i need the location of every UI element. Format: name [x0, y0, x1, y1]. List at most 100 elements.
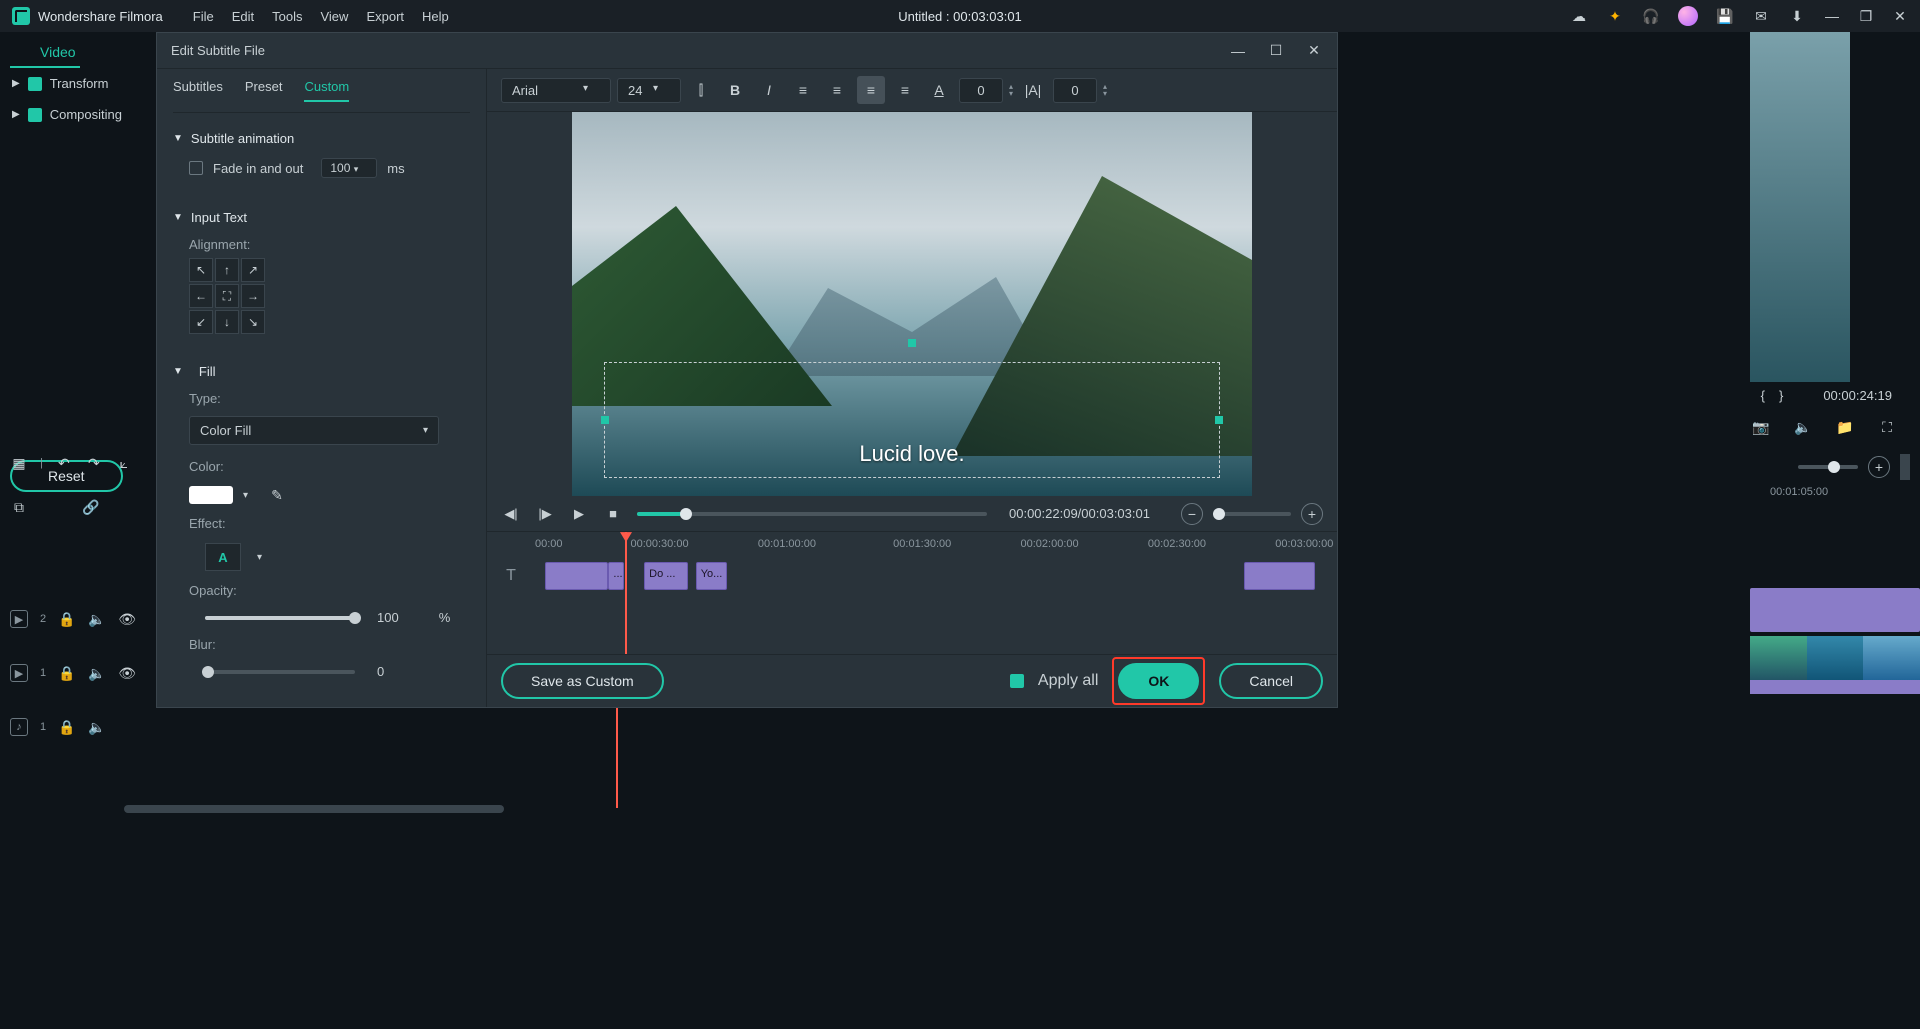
cancel-button[interactable]: Cancel: [1219, 663, 1323, 699]
align-bottom-right[interactable]: ↘: [241, 310, 265, 334]
minimize-button[interactable]: —: [1824, 8, 1840, 24]
eye-icon[interactable]: 👁: [118, 610, 136, 628]
brace-open[interactable]: {: [1761, 388, 1765, 403]
subtitle-clip[interactable]: Yo...: [696, 562, 728, 590]
tracking-input[interactable]: 0: [1053, 78, 1097, 103]
align-top-left[interactable]: ↖: [189, 258, 213, 282]
subtitle-bounding-box[interactable]: Lucid love.: [604, 362, 1220, 478]
line-spacing-icon[interactable]: ⫿: [687, 76, 715, 104]
rotate-handle[interactable]: [908, 339, 916, 347]
fade-checkbox[interactable]: [189, 161, 203, 175]
horizontal-scrollbar[interactable]: [124, 805, 504, 813]
redo-icon[interactable]: ↷: [85, 454, 103, 472]
fit-button[interactable]: [1900, 454, 1910, 480]
eye-icon[interactable]: 👁: [118, 664, 136, 682]
stop-button[interactable]: ■: [603, 504, 623, 524]
tracking-spinner[interactable]: ▴▾: [1103, 83, 1107, 97]
align-center-button[interactable]: ≡: [823, 76, 851, 104]
speaker-icon[interactable]: 🔈: [1794, 418, 1812, 436]
menu-tools[interactable]: Tools: [272, 9, 302, 24]
step-back-button[interactable]: ◀|: [501, 504, 521, 524]
bg-subtitle-track[interactable]: [1750, 588, 1920, 632]
sidebar-item-compositing[interactable]: ▶ Compositing: [0, 99, 156, 130]
zoom-in-button[interactable]: +: [1301, 503, 1323, 525]
align-bottom-left[interactable]: ↙: [189, 310, 213, 334]
mute-icon[interactable]: 🔈: [88, 718, 106, 736]
spacing-input[interactable]: 0: [959, 78, 1003, 103]
menu-view[interactable]: View: [320, 9, 348, 24]
lightbulb-icon[interactable]: ✦: [1606, 7, 1624, 25]
blur-slider[interactable]: [205, 670, 355, 674]
italic-button[interactable]: I: [755, 76, 783, 104]
align-right[interactable]: →: [241, 284, 265, 308]
progress-slider[interactable]: [637, 512, 987, 516]
mail-icon[interactable]: ✉: [1752, 7, 1770, 25]
tab-custom[interactable]: Custom: [304, 79, 349, 102]
align-center[interactable]: ⛶: [215, 284, 239, 308]
menu-help[interactable]: Help: [422, 9, 449, 24]
ok-button[interactable]: OK: [1118, 663, 1199, 699]
opacity-slider[interactable]: [205, 616, 355, 620]
spacing-spinner[interactable]: ▴▾: [1009, 83, 1013, 97]
modal-close-button[interactable]: ✕: [1305, 42, 1323, 60]
text-color-button[interactable]: A: [925, 76, 953, 104]
mute-icon[interactable]: 🔈: [88, 610, 106, 628]
playhead[interactable]: [625, 532, 627, 654]
zoom-in-button[interactable]: +: [1868, 456, 1890, 478]
play-button[interactable]: ▶: [569, 504, 589, 524]
align-right-button[interactable]: ≡: [857, 76, 885, 104]
align-left[interactable]: ←: [189, 284, 213, 308]
apply-all-checkbox[interactable]: [1010, 674, 1024, 688]
lock-icon[interactable]: 🔒: [58, 610, 76, 628]
track-header-row[interactable]: ▶ 2 🔒 🔈 👁: [0, 606, 156, 632]
align-left-button[interactable]: ≡: [789, 76, 817, 104]
modal-maximize-button[interactable]: ☐: [1267, 42, 1285, 60]
save-as-custom-button[interactable]: Save as Custom: [501, 663, 664, 699]
lock-icon[interactable]: 🔒: [58, 664, 76, 682]
brace-close[interactable]: }: [1779, 388, 1783, 403]
avatar[interactable]: [1678, 6, 1698, 26]
align-top-right[interactable]: ↗: [241, 258, 265, 282]
section-fill[interactable]: ▼ Fill: [173, 354, 470, 385]
subtitle-clip[interactable]: [1244, 562, 1315, 590]
effect-preview[interactable]: A: [205, 543, 241, 571]
download-icon[interactable]: ⬇: [1788, 7, 1806, 25]
font-size-select[interactable]: 24 ▾: [617, 78, 681, 103]
track-header-row[interactable]: ♪ 1 🔒 🔈: [0, 714, 156, 740]
section-subtitle-animation[interactable]: ▼ Subtitle animation: [173, 121, 470, 152]
eyedropper-icon[interactable]: ✎: [268, 486, 286, 504]
step-forward-button[interactable]: |▶: [535, 504, 555, 524]
track-header-row[interactable]: ▶ 1 🔒 🔈 👁: [0, 660, 156, 686]
align-bottom[interactable]: ↓: [215, 310, 239, 334]
chevron-down-icon[interactable]: ▾: [243, 490, 248, 501]
subtitle-clip[interactable]: [545, 562, 609, 590]
zoom-slider[interactable]: [1798, 465, 1858, 469]
undo-icon[interactable]: ↶: [55, 454, 73, 472]
copy-icon[interactable]: ⧉: [10, 498, 28, 516]
track-lane[interactable]: ... Do ... Yo...: [529, 562, 1323, 590]
subtitle-text[interactable]: Lucid love.: [859, 441, 964, 467]
timeline-zoom-slider[interactable]: [1213, 512, 1291, 516]
headset-icon[interactable]: 🎧: [1642, 7, 1660, 25]
timeline-ruler[interactable]: 00:00 00:00:30:00 00:01:00:00 00:01:30:0…: [527, 532, 1323, 558]
menu-export[interactable]: Export: [366, 9, 404, 24]
menu-file[interactable]: File: [193, 9, 214, 24]
fade-ms-select[interactable]: 100 ▾: [321, 158, 377, 178]
subtitle-clip[interactable]: ...: [608, 562, 624, 590]
resize-handle[interactable]: [1215, 416, 1223, 424]
font-select[interactable]: Arial ▾: [501, 78, 611, 103]
menu-edit[interactable]: Edit: [232, 9, 254, 24]
link-icon[interactable]: 🔗: [82, 498, 100, 516]
fill-type-select[interactable]: Color Fill ▾: [189, 416, 439, 445]
mute-icon[interactable]: 🔈: [88, 664, 106, 682]
subtitle-clip[interactable]: Do ...: [644, 562, 688, 590]
expand-icon[interactable]: ⛶: [1878, 418, 1896, 436]
close-button[interactable]: ✕: [1892, 8, 1908, 24]
chevron-down-icon[interactable]: ▾: [257, 552, 262, 563]
bold-button[interactable]: B: [721, 76, 749, 104]
resize-handle[interactable]: [601, 416, 609, 424]
bg-video-track[interactable]: [1750, 636, 1920, 680]
folder-icon[interactable]: 📁: [1836, 418, 1854, 436]
sidebar-item-transform[interactable]: ▶ Transform: [0, 68, 156, 99]
color-swatch[interactable]: [189, 486, 233, 504]
